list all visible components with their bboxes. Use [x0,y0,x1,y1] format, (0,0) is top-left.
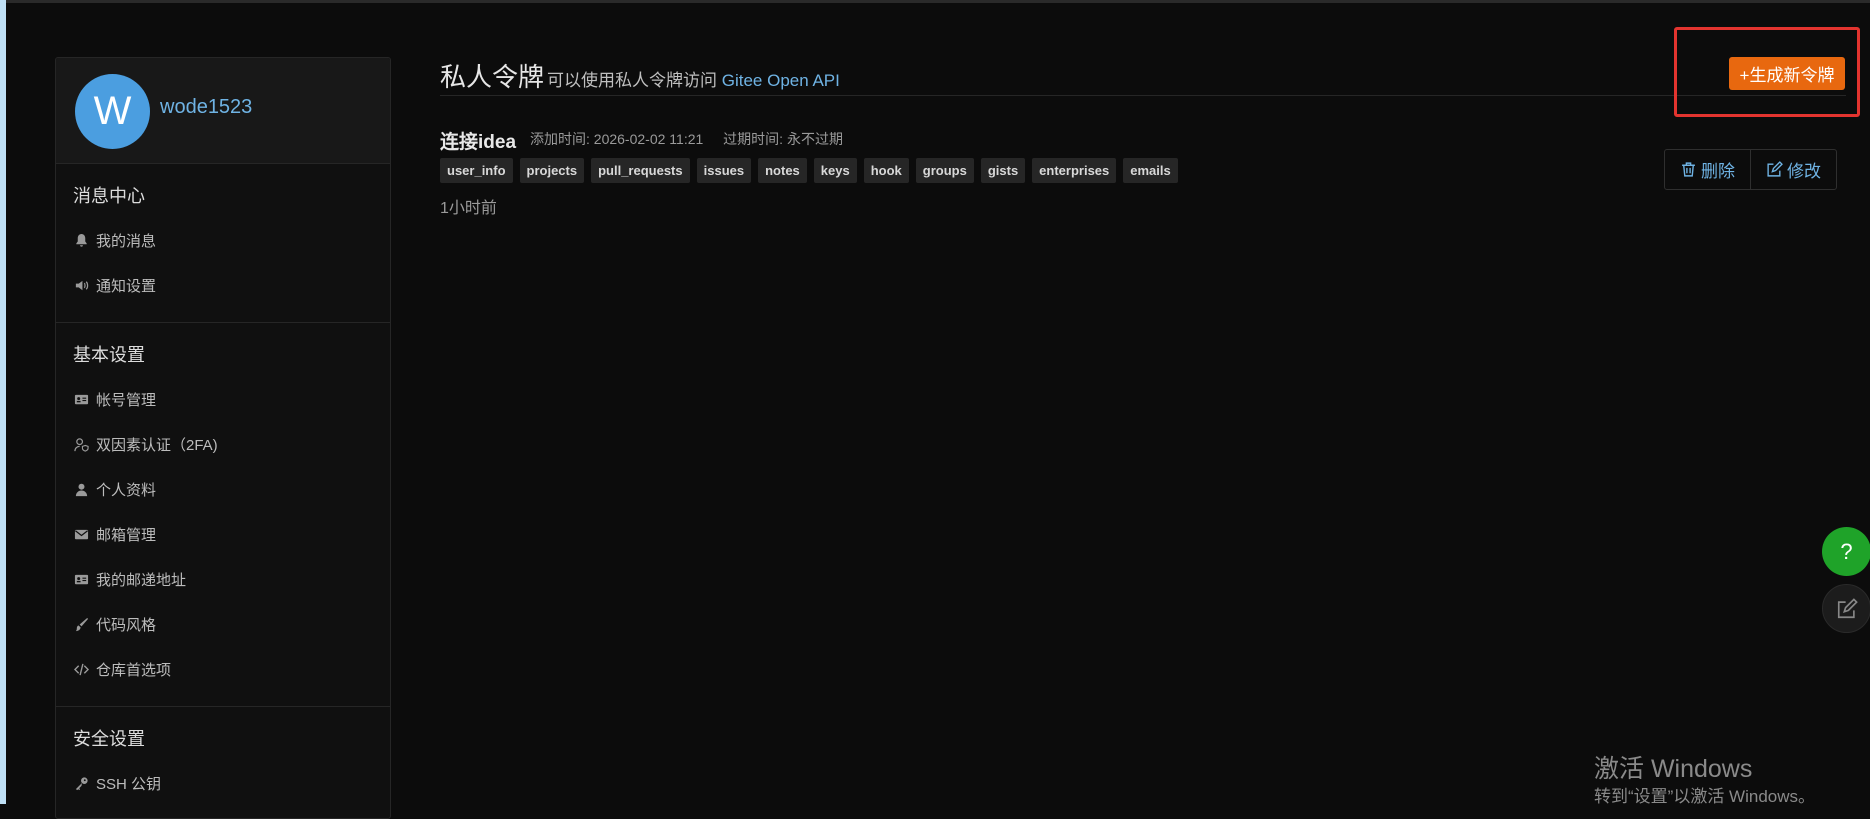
scope-badge: gists [980,158,1026,183]
brush-icon [73,616,90,633]
sidebar-item-profile[interactable]: 个人资料 [56,467,390,512]
section-title: 安全设置 [73,729,145,749]
sidebar-item-label: SSH 公钥 [96,776,162,793]
key-icon [73,775,90,792]
page-subtitle: 可以使用私人令牌访问 Gitee Open API [547,66,840,91]
sidebar-item-label: 仓库首选项 [96,662,172,679]
token-relative-time: 1小时前 [440,200,497,217]
sidebar-item-repo-preferences[interactable]: 仓库首选项 [56,647,390,692]
sidebar-item-label: 邮箱管理 [96,527,157,544]
delete-label: 删除 [1701,162,1735,181]
user-shield-icon [73,436,90,453]
scope-badge: issues [696,158,752,183]
section-title: 消息中心 [73,186,145,206]
address-card-icon [73,571,90,588]
edit-icon [1767,161,1783,177]
username-link[interactable]: wode1523 [160,96,252,119]
scope-badge: pull_requests [591,158,690,183]
sidebar-item-label: 通知设置 [96,278,157,295]
token-expire-time: 过期时间: 永不过期 [723,131,843,147]
sidebar-item-account[interactable]: 帐号管理 [56,377,390,422]
sidebar-item-label: 我的消息 [96,233,157,250]
top-divider [6,0,1870,3]
token-scopes: user_info projects pull_requests issues … [440,158,1185,183]
bell-icon [73,232,90,249]
sidebar-item-label: 帐号管理 [96,392,157,409]
section-security-settings: 安全设置 SSH 公钥 [56,707,390,818]
edit-label: 修改 [1787,162,1821,181]
sidebar-item-label: 双因素认证（2FA) [96,437,218,454]
page-title: 私人令牌 [440,62,545,92]
code-icon [73,661,90,678]
section-messages: 消息中心 我的消息 通知设置 [56,164,390,323]
open-api-link[interactable]: Gitee Open API [722,71,840,90]
profile-card: W wode1523 [56,58,390,164]
sidebar-item-notification-settings[interactable]: 通知设置 [56,263,390,308]
sidebar-item-label: 个人资料 [96,482,157,499]
sidebar-item-label: 代码风格 [96,617,157,634]
section-basic-settings: 基本设置 帐号管理 双因素认证（2FA) 个人资料 邮箱管理 我的邮递地址 代码… [56,323,390,707]
feedback-edit-icon [1837,597,1858,618]
sidebar-item-address[interactable]: 我的邮递地址 [56,557,390,602]
token-name: 连接idea [440,132,517,153]
windows-activation-hint: 转到“设置”以激活 Windows。 [1594,787,1816,806]
trash-icon [1682,162,1695,177]
section-title: 基本设置 [73,345,145,365]
envelope-icon [73,526,90,543]
token-meta: 添加时间: 2026-02-02 11:21 过期时间: 永不过期 [530,129,859,149]
scope-badge: hook [863,158,909,183]
feedback-button[interactable] [1822,584,1870,633]
avatar[interactable]: W [75,74,150,149]
help-button[interactable]: ? [1822,527,1870,576]
scope-badge: projects [519,158,585,183]
token-actions: 删除 修改 [1664,149,1837,190]
token-added-time: 添加时间: 2026-02-02 11:21 [530,131,704,147]
sidebar-item-code-style[interactable]: 代码风格 [56,602,390,647]
user-icon [73,481,90,498]
window-left-edge [0,0,6,804]
sidebar-item-label: 我的邮递地址 [96,572,187,589]
windows-activation-title: 激活 Windows [1594,755,1753,783]
id-card-icon [73,391,90,408]
edit-token-button[interactable]: 修改 [1750,150,1836,189]
scope-badge: emails [1123,158,1178,183]
page-header: 私人令牌 可以使用私人令牌访问 Gitee Open API [440,53,1846,96]
scope-badge: groups [915,158,974,183]
scope-badge: enterprises [1032,158,1117,183]
sidebar-item-email[interactable]: 邮箱管理 [56,512,390,557]
generate-new-token-button[interactable]: +生成新令牌 [1729,57,1845,90]
scope-badge: user_info [440,158,513,183]
scope-badge: notes [758,158,807,183]
settings-sidebar: W wode1523 消息中心 我的消息 通知设置 基本设置 帐号管理 双因素认… [55,57,391,819]
sidebar-item-ssh-keys[interactable]: SSH 公钥 [56,761,390,806]
delete-token-button[interactable]: 删除 [1665,150,1750,189]
subtitle-text: 可以使用私人令牌访问 [547,71,717,90]
scope-badge: keys [813,158,857,183]
speaker-icon [73,277,90,294]
sidebar-item-my-messages[interactable]: 我的消息 [56,218,390,263]
sidebar-item-2fa[interactable]: 双因素认证（2FA) [56,422,390,467]
